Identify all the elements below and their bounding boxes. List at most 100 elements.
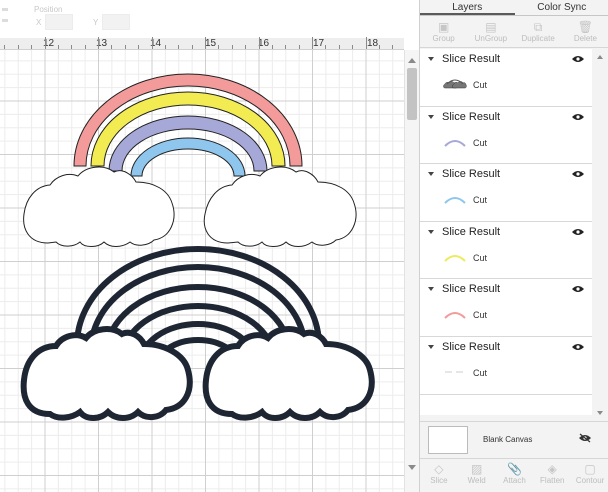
layer-row[interactable]: Slice Result Cut [420, 337, 592, 395]
layer-thumbnail-clouds [443, 79, 467, 89]
slice-button[interactable]: ◇ Slice [420, 459, 458, 492]
contour-label: Contour [575, 476, 605, 485]
ungroup-button[interactable]: ▤ UnGroup [467, 16, 514, 47]
ruler-tick [312, 37, 313, 49]
layer-name: Slice Result [442, 53, 501, 65]
visibility-eye-icon[interactable] [572, 228, 584, 236]
ungroup-icon: ▤ [485, 20, 497, 34]
tab-color-sync[interactable]: Color Sync [515, 0, 608, 15]
slice-icon: ◇ [434, 462, 444, 476]
layer-row[interactable]: Slice Result Cut [420, 279, 592, 337]
ruler-tick [218, 45, 220, 49]
ruler-tick [365, 37, 367, 49]
layer-name: Slice Result [442, 110, 501, 123]
hidden-eye-icon[interactable] [579, 433, 591, 443]
position-x-input[interactable] [45, 14, 73, 30]
scroll-down-icon[interactable] [597, 411, 603, 415]
ruler-number: 18 [367, 38, 379, 49]
ruler-tick [98, 37, 99, 49]
attach-button[interactable]: 📎 Attach [496, 459, 534, 492]
skyblue-arc [130, 137, 246, 177]
visibility-eye-icon[interactable] [572, 285, 584, 293]
visibility-eye-icon[interactable] [572, 170, 584, 178]
weld-button[interactable]: ▨ Weld [458, 459, 496, 492]
visibility-eye-icon[interactable] [572, 113, 584, 121]
blank-canvas-swatch[interactable] [428, 426, 468, 454]
layer-row[interactable]: Slice Result Cut [420, 107, 592, 165]
contour-button[interactable]: ▢ Contour [571, 459, 608, 492]
color-rainbow[interactable] [73, 73, 303, 177]
delete-button[interactable]: 🗑 Delete [562, 16, 608, 47]
ruler-tick [111, 45, 113, 49]
contour-icon: ▢ [584, 462, 596, 476]
left-cloud-outline[interactable] [20, 326, 193, 421]
ruler-number: 16 [258, 38, 270, 49]
attach-label: Attach [503, 476, 526, 485]
layer-operation: Cut [473, 367, 488, 378]
ruler-tick [205, 37, 206, 49]
layer-name: Slice Result [442, 225, 501, 238]
tab-layers[interactable]: Layers [420, 0, 515, 15]
ruler-tick [44, 37, 46, 49]
expand-caret-icon[interactable] [428, 344, 434, 349]
layer-operation: Cut [473, 195, 488, 206]
visibility-eye-icon[interactable] [572, 343, 584, 351]
layer-thumbnail-white [445, 370, 463, 373]
visibility-eye-icon[interactable] [572, 55, 584, 63]
ruler-tick [84, 45, 86, 49]
layers-scrollbar[interactable] [592, 49, 608, 421]
layer-row[interactable]: Slice Result Cut [420, 164, 592, 222]
ruler-tick [151, 37, 153, 49]
blank-canvas-row[interactable]: Blank Canvas [420, 421, 608, 458]
expand-caret-icon[interactable] [428, 172, 434, 177]
ruler-tick [378, 45, 380, 49]
ruler-number: 17 [313, 38, 325, 49]
group-icon: ▣ [437, 20, 450, 34]
ruler-tick [17, 45, 19, 49]
left-cloud-white[interactable] [23, 166, 175, 247]
expand-caret-icon[interactable] [428, 57, 434, 61]
blank-canvas-label: Blank Canvas [483, 435, 533, 444]
duplicate-icon: ⧉ [533, 20, 543, 34]
expand-caret-icon[interactable] [428, 287, 434, 292]
ruler-tick [231, 45, 233, 49]
slice-label: Slice [430, 476, 448, 485]
group-button[interactable]: ▣ Group [420, 16, 467, 47]
bottom-toolbar: ◇ Slice ▨ Weld 📎 Attach ◈ Flatten ▢ Cont… [420, 458, 608, 492]
layer-row[interactable]: Slice Result Cut [420, 222, 592, 280]
canvas-grid[interactable] [0, 50, 404, 492]
duplicate-button[interactable]: ⧉ Duplicate [515, 16, 562, 47]
position-bar: Position X Y [0, 0, 419, 38]
ruler-tick [352, 45, 354, 49]
right-cloud-white[interactable] [203, 166, 357, 247]
ungroup-label: UnGroup [474, 34, 508, 43]
position-y-label: Y [93, 18, 99, 27]
right-cloud-outline[interactable] [202, 326, 375, 421]
weld-icon: ▨ [471, 462, 483, 476]
scroll-thumb[interactable] [407, 68, 417, 120]
scroll-up-icon[interactable] [408, 58, 416, 63]
attach-icon: 📎 [507, 462, 522, 476]
expand-caret-icon[interactable] [428, 114, 434, 119]
ruler-tick [71, 45, 73, 49]
expand-caret-icon[interactable] [428, 229, 434, 234]
ruler-tick [271, 45, 273, 49]
layer-thumbnail-arc [444, 312, 466, 320]
layer-row[interactable]: Slice Result Cut [420, 49, 592, 107]
ruler-tick [258, 37, 260, 49]
ruler-tick [164, 45, 166, 49]
position-y-input[interactable] [102, 14, 130, 30]
scroll-up-icon[interactable] [597, 55, 603, 59]
layer-name: Slice Result [442, 283, 501, 296]
flatten-button[interactable]: ◈ Flatten [533, 459, 571, 492]
design-space: Position X Y 12 13 14 15 16 17 18 Layers… [0, 0, 608, 492]
ruler-tick [298, 45, 300, 49]
scroll-down-icon[interactable] [408, 465, 416, 470]
ruler-tick [325, 45, 327, 49]
canvas-scrollbar[interactable] [404, 50, 419, 492]
layers-list: Slice Result Cut Slice Result Cut Slice … [420, 49, 592, 415]
ruler-tick [392, 45, 394, 49]
edit-stub [0, 0, 10, 38]
group-label: Group [432, 34, 455, 43]
canvas-artwork [20, 73, 375, 421]
